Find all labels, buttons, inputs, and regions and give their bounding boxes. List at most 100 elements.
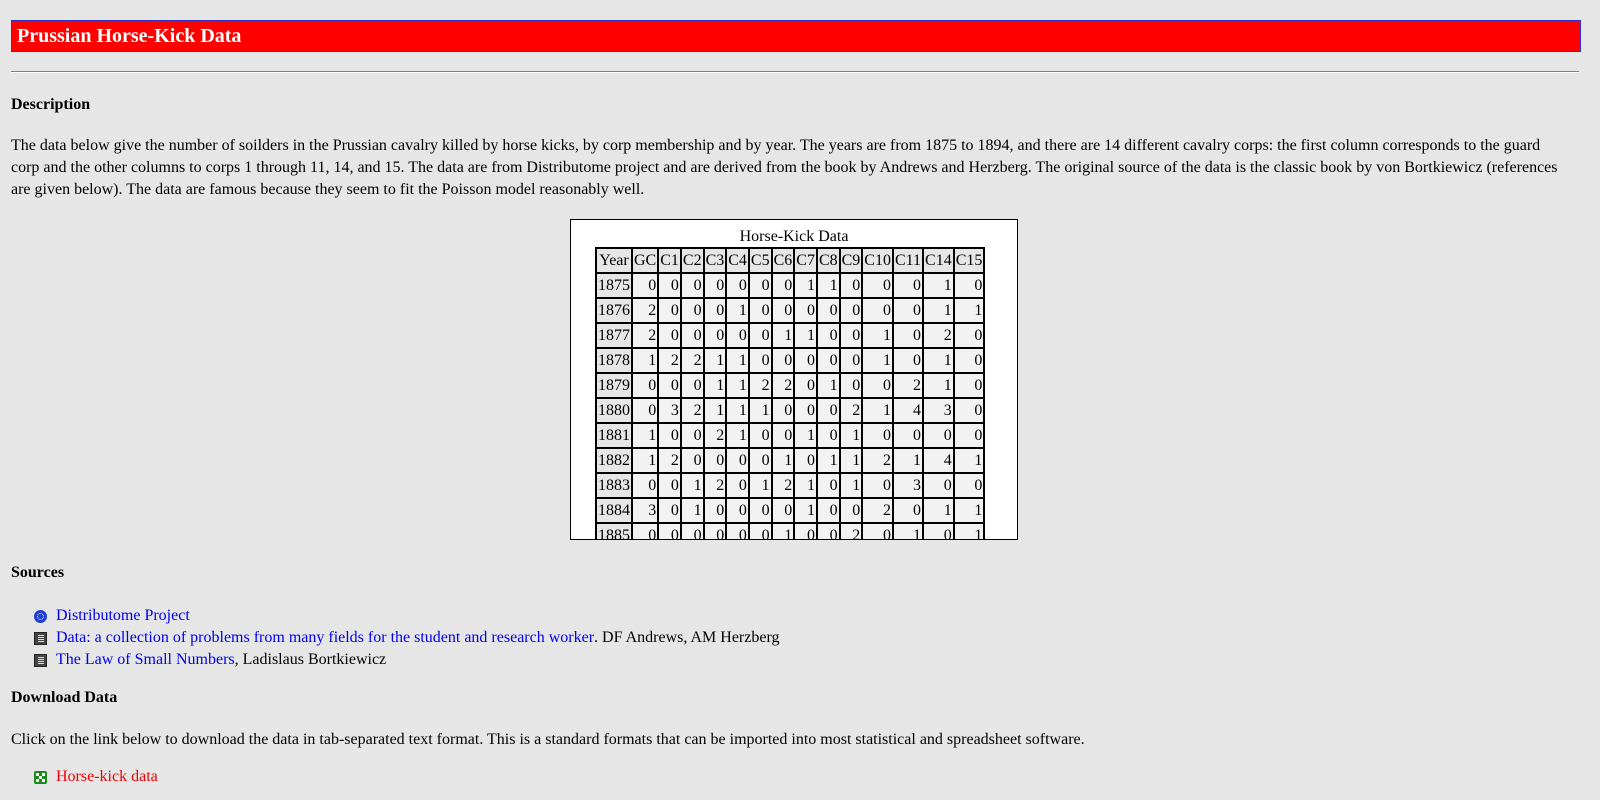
count-cell: 0 [632, 373, 659, 398]
data-table-scroll-frame[interactable]: Horse-Kick Data Year GC C1 C2 C3 C4 C5 C6 C7 C8 C9… [570, 219, 1018, 540]
count-cell: 2 [771, 373, 795, 398]
count-cell: 0 [862, 273, 893, 298]
count-cell: 0 [771, 298, 795, 323]
source-item: Data: a collection of problems from many… [34, 627, 1581, 649]
count-cell: 0 [703, 298, 727, 323]
count-cell: 0 [726, 523, 749, 539]
download-link-horse-kick[interactable]: Horse-kick data [56, 766, 158, 788]
count-cell: 1 [839, 448, 863, 473]
year-cell: 1882 [596, 448, 632, 473]
count-cell: 3 [632, 498, 659, 523]
count-cell: 0 [748, 348, 772, 373]
book-icon [34, 653, 47, 667]
count-cell: 0 [632, 398, 659, 423]
count-cell: 1 [816, 448, 840, 473]
count-cell: 1 [771, 448, 795, 473]
count-cell: 1 [632, 348, 659, 373]
count-cell: 2 [680, 398, 704, 423]
count-cell: 1 [771, 523, 795, 539]
count-cell: 0 [816, 498, 840, 523]
count-cell: 0 [771, 423, 795, 448]
count-cell: 0 [680, 448, 704, 473]
count-cell: 0 [748, 323, 772, 348]
count-cell: 1 [632, 448, 659, 473]
year-cell: 1877 [596, 323, 632, 348]
source-link-distributome[interactable]: Distributome Project [56, 605, 190, 627]
count-cell: 0 [816, 298, 840, 323]
column-header: C4 [726, 248, 749, 273]
count-cell: 0 [953, 273, 985, 298]
count-cell: 1 [726, 373, 749, 398]
count-cell: 1 [726, 298, 749, 323]
count-cell: 0 [703, 448, 727, 473]
page-title: Prussian Horse-Kick Data [11, 20, 1581, 52]
count-cell: 0 [680, 423, 704, 448]
count-cell: 2 [892, 373, 924, 398]
count-cell: 2 [632, 323, 659, 348]
column-header: GC [632, 248, 659, 273]
count-cell: 0 [658, 498, 681, 523]
download-text: Click on the link below to download the … [11, 731, 1085, 748]
table-row: 1878 1 2 2 1 1 0 0 0 0 0 1 0 1 0 [596, 348, 985, 373]
source-link-law-small-numbers[interactable]: The Law of Small Numbers [56, 649, 235, 671]
count-cell: 0 [839, 498, 863, 523]
table-row: 1879 0 0 0 1 1 2 2 0 1 0 0 2 1 0 [596, 373, 985, 398]
count-cell: 0 [703, 273, 727, 298]
count-cell: 1 [703, 348, 727, 373]
table-row: 1885 0 0 0 0 0 0 1 0 0 2 0 1 0 1 [596, 523, 985, 539]
source-suffix: . DF Andrews, AM Herzberg [594, 629, 780, 646]
count-cell: 0 [658, 323, 681, 348]
year-cell: 1883 [596, 473, 632, 498]
count-cell: 0 [658, 298, 681, 323]
count-cell: 1 [726, 348, 749, 373]
lower-content: Sources Distributome Project Data: a col… [11, 563, 1581, 788]
count-cell: 0 [892, 298, 924, 323]
count-cell: 0 [703, 498, 727, 523]
count-cell: 0 [892, 273, 924, 298]
count-cell: 1 [748, 398, 772, 423]
column-header: C9 [839, 248, 863, 273]
year-cell: 1878 [596, 348, 632, 373]
count-cell: 1 [703, 398, 727, 423]
count-cell: 0 [632, 523, 659, 539]
count-cell: 0 [953, 323, 985, 348]
count-cell: 1 [794, 473, 817, 498]
count-cell: 0 [794, 523, 817, 539]
table-body: 1875 0 0 0 0 0 0 0 1 1 0 0 0 1 0 1876 2 0 0 0 1 0 0 0 0 0 0 0 1 1 1877… [596, 273, 985, 539]
count-cell: 1 [794, 423, 817, 448]
table-row: 1880 0 3 2 1 1 1 0 0 0 2 1 4 3 0 [596, 398, 985, 423]
download-heading: Download Data [11, 689, 118, 706]
count-cell: 4 [923, 448, 954, 473]
count-cell: 2 [923, 323, 954, 348]
count-cell: 3 [658, 398, 681, 423]
table-row: 1875 0 0 0 0 0 0 0 1 1 0 0 0 1 0 [596, 273, 985, 298]
count-cell: 0 [794, 348, 817, 373]
column-header: C10 [862, 248, 893, 273]
count-cell: 0 [892, 323, 924, 348]
count-cell: 0 [839, 298, 863, 323]
count-cell: 1 [794, 323, 817, 348]
count-cell: 1 [862, 323, 893, 348]
source-link-andrews-herzberg[interactable]: Data: a collection of problems from many… [56, 627, 594, 649]
count-cell: 1 [703, 373, 727, 398]
count-cell: 0 [953, 423, 985, 448]
count-cell: 0 [862, 298, 893, 323]
count-cell: 2 [658, 448, 681, 473]
count-cell: 0 [658, 373, 681, 398]
count-cell: 1 [923, 373, 954, 398]
count-cell: 0 [862, 373, 893, 398]
count-cell: 0 [680, 298, 704, 323]
count-cell: 1 [794, 273, 817, 298]
count-cell: 0 [748, 273, 772, 298]
count-cell: 2 [748, 373, 772, 398]
divider [11, 71, 1579, 73]
description-heading: Description [11, 96, 91, 113]
download-list: Horse-kick data [11, 766, 1581, 788]
count-cell: 0 [953, 473, 985, 498]
count-cell: 1 [862, 348, 893, 373]
count-cell: 0 [771, 273, 795, 298]
count-cell: 1 [816, 273, 840, 298]
source-item: The Law of Small Numbers , Ladislaus Bor… [34, 649, 1581, 671]
table-row: 1884 3 0 1 0 0 0 0 1 0 0 2 0 1 1 [596, 498, 985, 523]
year-cell: 1884 [596, 498, 632, 523]
